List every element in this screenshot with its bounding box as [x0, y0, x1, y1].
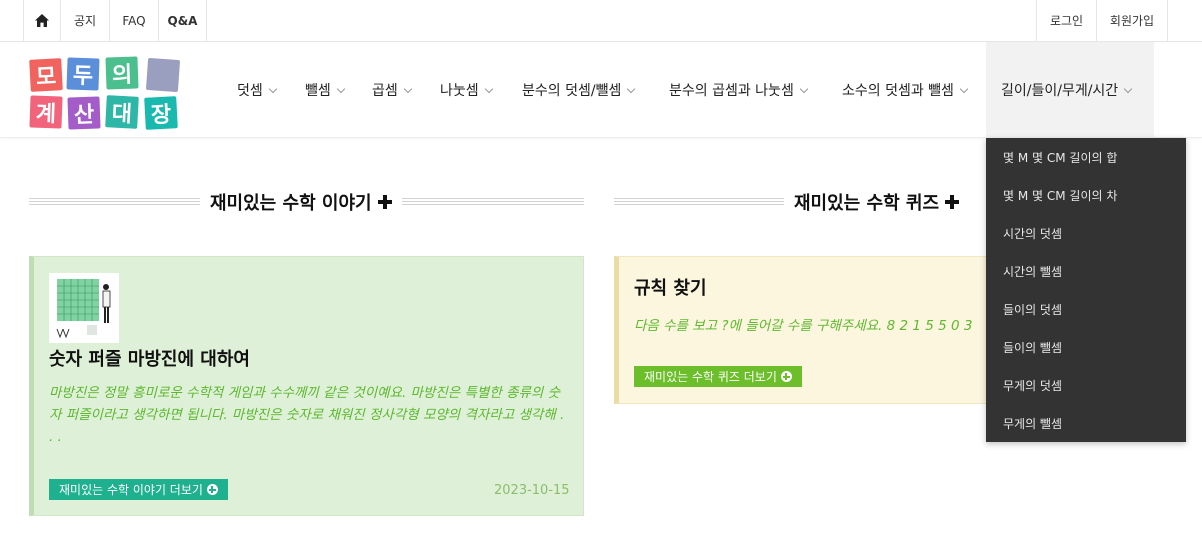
plus-circle-icon	[780, 371, 792, 382]
qa-link[interactable]: Q&A	[159, 0, 207, 41]
plus-icon	[377, 195, 392, 209]
quiz-card: 규칙 찾기 다음 수를 보고 ?에 들어갈 수를 구해주세요. 8 2 1 5 …	[614, 256, 1014, 404]
top-utility-bar: 공지 FAQ Q&A 로그인 회원가입	[0, 0, 1202, 42]
section-title-text: 재미있는 수학 퀴즈	[794, 193, 940, 214]
dropdown-item[interactable]: 몇 M 몇 CM 길이의 차	[986, 176, 1186, 214]
nav-item-decimal-add-sub[interactable]: 소수의 덧셈과 뺄셈	[842, 42, 969, 138]
chevron-down-icon	[627, 84, 636, 93]
nav-item-fraction-mul-div[interactable]: 분수의 곱셈과 나눗셈	[669, 42, 809, 138]
nav-label: 나눗셈	[440, 83, 479, 99]
nav-item-multiplication[interactable]: 곱셈	[372, 42, 413, 138]
plus-circle-icon	[206, 484, 218, 495]
dropdown-item[interactable]: 들이의 뺄셈	[986, 328, 1186, 366]
dropdown-item[interactable]: 시간의 뺄셈	[986, 252, 1186, 290]
chevron-down-icon	[959, 84, 969, 93]
story-card-title[interactable]: 숫자 퍼즐 마방진에 대하여	[49, 345, 250, 371]
heading-divider	[29, 197, 200, 207]
faq-link[interactable]: FAQ	[110, 0, 159, 41]
heading-divider	[401, 197, 584, 207]
quiz-section-heading: 재미있는 수학 퀴즈	[614, 186, 986, 218]
quiz-card-title[interactable]: 규칙 찾기	[634, 274, 707, 300]
home-link[interactable]	[23, 0, 61, 41]
story-more-button[interactable]: 재미있는 수학 이야기 더보기	[49, 479, 228, 500]
button-label: 재미있는 수학 이야기 더보기	[59, 483, 203, 497]
logo-tile: 대	[105, 95, 139, 129]
chevron-down-icon	[484, 84, 493, 93]
logo-tile: 산	[67, 96, 101, 130]
signup-link[interactable]: 회원가입	[1097, 0, 1168, 41]
plus-icon	[945, 195, 960, 209]
logo-tile: 모	[29, 58, 63, 92]
dropdown-item[interactable]: 몇 M 몇 CM 길이의 합	[986, 138, 1186, 176]
section-title-text: 재미있는 수학 이야기	[210, 193, 372, 214]
magic-square-illustration	[49, 273, 119, 343]
story-section-title[interactable]: 재미있는 수학 이야기	[200, 189, 402, 215]
login-link[interactable]: 로그인	[1036, 0, 1097, 41]
nav-label: 뺄셈	[305, 83, 331, 99]
nav-item-division[interactable]: 나눗셈	[440, 42, 493, 138]
quiz-card-description: 다음 수를 보고 ?에 들어갈 수를 구해주세요. 8 2 1 5 5 0 3	[634, 318, 973, 334]
nav-item-length-volume-weight-time[interactable]: 길이/들이/무게/시간	[986, 42, 1154, 138]
dropdown-item[interactable]: 무게의 뺄셈	[986, 404, 1186, 442]
nav-dropdown-menu: 몇 M 몇 CM 길이의 합 몇 M 몇 CM 길이의 차 시간의 덧셈 시간의…	[986, 138, 1186, 442]
notice-link[interactable]: 공지	[61, 0, 110, 41]
button-label: 재미있는 수학 퀴즈 더보기	[644, 370, 777, 384]
nav-item-addition[interactable]: 덧셈	[237, 42, 278, 138]
chevron-down-icon	[336, 84, 346, 93]
nav-label: 분수의 곱셈과 나눗셈	[669, 83, 794, 99]
chevron-down-icon	[1123, 84, 1133, 93]
story-section-heading: 재미있는 수학 이야기	[29, 186, 584, 218]
dropdown-item[interactable]: 시간의 덧셈	[986, 214, 1186, 252]
story-card-date: 2023-10-15	[494, 483, 570, 498]
main-header: 모 두 의 계 산 대 장 덧셈 뺄셈 곱셈 나눗셈 분수의 덧셈/뺄셈 분수의…	[0, 42, 1202, 138]
logo-tile: 계	[29, 95, 63, 129]
nav-label: 분수의 덧셈/뺄셈	[522, 83, 622, 99]
home-icon	[35, 14, 49, 27]
nav-label: 덧셈	[237, 83, 263, 99]
dropdown-item[interactable]: 무게의 덧셈	[986, 366, 1186, 404]
logo-tile: 장	[144, 96, 178, 130]
story-card: 숫자 퍼즐 마방진에 대하여 마방진은 정말 흥미로운 수학적 게임과 수수께끼…	[29, 256, 584, 516]
logo-tile: 의	[105, 56, 139, 90]
dropdown-item[interactable]: 들이의 덧셈	[986, 290, 1186, 328]
nav-label: 길이/들이/무게/시간	[1001, 83, 1119, 99]
nav-item-fraction-add-sub[interactable]: 분수의 덧셈/뺄셈	[522, 42, 636, 138]
chevron-down-icon	[799, 84, 809, 93]
chevron-down-icon	[268, 84, 278, 93]
nav-item-subtraction[interactable]: 뺄셈	[305, 42, 346, 138]
nav-label: 소수의 덧셈과 뺄셈	[842, 83, 954, 99]
logo-tile: 두	[66, 57, 100, 91]
site-logo[interactable]: 모 두 의 계 산 대 장	[29, 56, 182, 130]
nav-label: 곱셈	[372, 83, 398, 99]
chevron-down-icon	[403, 84, 413, 93]
quiz-more-button[interactable]: 재미있는 수학 퀴즈 더보기	[634, 366, 802, 387]
quiz-section-title[interactable]: 재미있는 수학 퀴즈	[784, 189, 969, 215]
logo-tile	[145, 57, 181, 93]
heading-divider	[614, 197, 784, 207]
story-card-description: 마방진은 정말 흥미로운 수학적 게임과 수수께끼 같은 것이예요. 마방진은 …	[49, 385, 565, 445]
